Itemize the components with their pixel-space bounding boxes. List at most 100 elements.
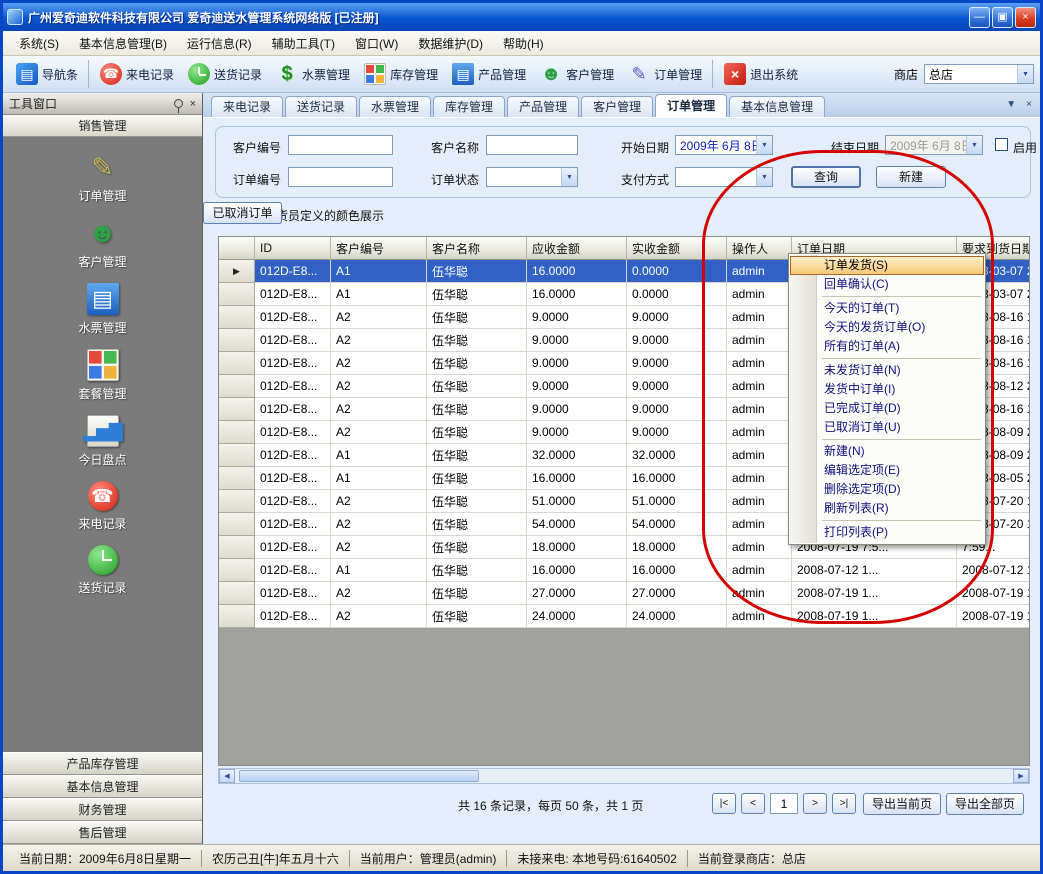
menu-item[interactable]: 辅助工具(T) xyxy=(262,32,345,55)
row-selector[interactable] xyxy=(219,536,255,559)
context-menu-item[interactable]: 删除选定项(D) xyxy=(790,480,984,499)
toolbar-button[interactable]: ☻ 客户管理 xyxy=(533,60,621,88)
sidebar-item[interactable]: ▦ 套餐管理 xyxy=(3,349,202,402)
sidebar-item[interactable]: ▤ 水票管理 xyxy=(3,283,202,336)
payment-select[interactable]: ▼ xyxy=(675,167,773,187)
toolbar-button[interactable]: ☎ 来电记录 xyxy=(88,60,181,88)
table-row[interactable]: 012D-E8... A1 伍华聪 16.0000 16.0000 admin … xyxy=(219,559,1030,582)
sidebar-item[interactable]: 送货记录 xyxy=(3,545,202,596)
column-header[interactable]: 应收金额 xyxy=(527,237,627,260)
row-selector[interactable] xyxy=(219,329,255,352)
start-date-picker[interactable]: 2009年 6月 8日 ▼ xyxy=(675,135,773,155)
context-menu-item[interactable]: 今天的订单(T) xyxy=(790,299,984,318)
row-selector[interactable] xyxy=(219,352,255,375)
menu-item[interactable]: 系统(S) xyxy=(9,32,69,55)
row-selector[interactable] xyxy=(219,398,255,421)
menu-item[interactable]: 运行信息(R) xyxy=(177,32,262,55)
row-selector[interactable] xyxy=(219,306,255,329)
row-selector[interactable]: ▶ xyxy=(219,260,255,283)
sidebar-bottom-section[interactable]: 售后管理 xyxy=(3,821,202,844)
sidebar-bottom-section[interactable]: 基本信息管理 xyxy=(3,775,202,798)
sidebar-item[interactable]: ☻ 客户管理 xyxy=(3,217,202,270)
close-icon[interactable]: × xyxy=(190,98,196,110)
chevron-down-icon[interactable]: ▼ xyxy=(1006,99,1016,110)
tab[interactable]: 订单管理 xyxy=(655,94,727,117)
column-header[interactable] xyxy=(219,237,255,260)
tab[interactable]: 送货记录 xyxy=(285,96,357,117)
column-header[interactable]: 客户名称 xyxy=(427,237,527,260)
column-header[interactable]: 客户编号 xyxy=(331,237,427,260)
context-menu-item[interactable]: 今天的发货订单(O) xyxy=(790,318,984,337)
store-select[interactable]: 总店 ▼ xyxy=(924,64,1034,84)
toolbar-button[interactable]: $ 水票管理 xyxy=(269,60,357,88)
customer-name-input[interactable] xyxy=(486,135,578,155)
row-selector[interactable] xyxy=(219,421,255,444)
pin-icon[interactable] xyxy=(174,99,183,108)
row-selector[interactable] xyxy=(219,375,255,398)
restore-button[interactable]: ▣ xyxy=(992,7,1013,28)
sidebar-item[interactable]: ✎ 订单管理 xyxy=(3,151,202,204)
sidebar-item[interactable]: ▂▅▇ 今日盘点 xyxy=(3,415,202,468)
sidebar-section-sales[interactable]: 销售管理 xyxy=(3,115,202,137)
context-menu-item[interactable]: 回单确认(C) xyxy=(790,275,984,294)
context-menu-item[interactable]: 已取消订单(U) xyxy=(790,418,984,437)
context-menu-item[interactable]: 发货中订单(I) xyxy=(790,380,984,399)
close-button[interactable]: × xyxy=(1015,7,1036,28)
row-selector[interactable] xyxy=(219,582,255,605)
query-button[interactable]: 查询 xyxy=(791,166,861,188)
tab[interactable]: 产品管理 xyxy=(507,96,579,117)
context-menu-item[interactable]: 刷新列表(R) xyxy=(790,499,984,518)
page-number-input[interactable] xyxy=(770,793,798,814)
column-header[interactable]: ID xyxy=(255,237,331,260)
toolbar-button[interactable]: ▤ 导航条 xyxy=(9,60,85,88)
row-selector[interactable] xyxy=(219,490,255,513)
tab[interactable]: 基本信息管理 xyxy=(729,96,825,117)
sidebar-bottom-section[interactable]: 财务管理 xyxy=(3,798,202,821)
menu-item[interactable]: 帮助(H) xyxy=(493,32,554,55)
row-selector[interactable] xyxy=(219,283,255,306)
first-page-button[interactable]: |< xyxy=(712,793,736,814)
context-menu-item[interactable]: 未发货订单(N) xyxy=(790,361,984,380)
tab[interactable]: 库存管理 xyxy=(433,96,505,117)
new-button[interactable]: 新建 xyxy=(876,166,946,188)
toolbar-button[interactable]: 送货记录 xyxy=(181,60,269,88)
export-current-page-button[interactable]: 导出当前页 xyxy=(863,793,941,815)
tab[interactable]: 水票管理 xyxy=(359,96,431,117)
prev-page-button[interactable]: < xyxy=(741,793,765,814)
context-menu-item[interactable]: 所有的订单(A) xyxy=(790,337,984,356)
export-all-pages-button[interactable]: 导出全部页 xyxy=(946,793,1024,815)
menu-item[interactable]: 窗口(W) xyxy=(345,32,408,55)
menu-item[interactable]: 基本信息管理(B) xyxy=(69,32,177,55)
context-menu-item[interactable]: 编辑选定项(E) xyxy=(790,461,984,480)
row-selector[interactable] xyxy=(219,513,255,536)
context-menu-item[interactable]: 新建(N) xyxy=(790,442,984,461)
sidebar-bottom-section[interactable]: 产品库存管理 xyxy=(3,752,202,775)
toolbar-button[interactable]: ✎ 订单管理 xyxy=(621,60,709,88)
tab[interactable]: 客户管理 xyxy=(581,96,653,117)
end-date-picker[interactable]: 2009年 6月 8日 ▼ xyxy=(885,135,983,155)
column-header[interactable]: 实收金额 xyxy=(627,237,727,260)
row-selector[interactable] xyxy=(219,559,255,582)
sidebar-item[interactable]: ☎ 来电记录 xyxy=(3,481,202,532)
scroll-left-icon[interactable]: ◀ xyxy=(219,769,235,783)
row-selector[interactable] xyxy=(219,605,255,628)
scrollbar-thumb[interactable] xyxy=(239,770,479,782)
tab[interactable]: 来电记录 xyxy=(211,96,283,117)
toolbar-button[interactable]: ▦ 库存管理 xyxy=(357,60,445,88)
row-selector[interactable] xyxy=(219,444,255,467)
context-menu-item[interactable]: 订单发货(S) xyxy=(790,256,984,275)
enable-checkbox[interactable] xyxy=(995,138,1008,151)
customer-no-input[interactable] xyxy=(288,135,393,155)
order-no-input[interactable] xyxy=(288,167,393,187)
toolbar-button[interactable]: × 退出系统 xyxy=(712,60,805,88)
next-page-button[interactable]: > xyxy=(803,793,827,814)
minimize-button[interactable]: — xyxy=(969,7,990,28)
close-icon[interactable]: × xyxy=(1026,99,1032,110)
order-status-filter-button[interactable]: 已取消订单 xyxy=(203,202,282,224)
toolbar-button[interactable]: ▤ 产品管理 xyxy=(445,60,533,88)
horizontal-scrollbar[interactable]: ◀ ▶ xyxy=(218,768,1030,784)
table-row[interactable]: 012D-E8... A2 伍华聪 24.0000 24.0000 admin … xyxy=(219,605,1030,628)
context-menu-item[interactable]: 打印列表(P) xyxy=(790,523,984,542)
last-page-button[interactable]: >| xyxy=(832,793,856,814)
context-menu-item[interactable]: 已完成订单(D) xyxy=(790,399,984,418)
